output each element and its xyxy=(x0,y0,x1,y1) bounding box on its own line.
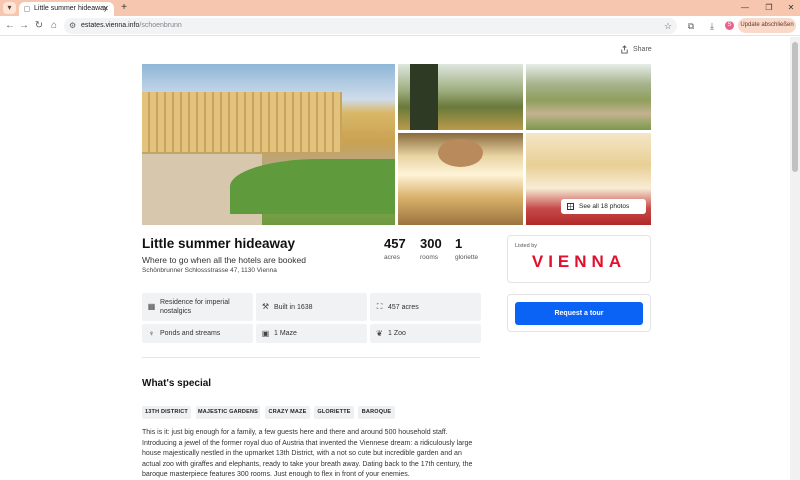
stat-label: rooms xyxy=(420,254,439,261)
lawn-shape xyxy=(230,159,395,214)
request-tour-button[interactable]: Request a tour xyxy=(515,302,643,325)
tag-chip[interactable]: CRAZY MAZE xyxy=(265,406,310,419)
tag-chip[interactable]: BAROQUE xyxy=(358,406,395,419)
listing-address: Schönbrunner Schlossstrasse 47, 1130 Vie… xyxy=(142,267,277,274)
feature-text: Ponds and streams xyxy=(160,330,221,337)
gallery-photo-salon[interactable]: See all 18 photos xyxy=(526,133,651,225)
share-icon xyxy=(621,44,628,54)
browser-toolbar: ← → ↻ ⌂ ⚙ estates.vienna.info/schoenbrun… xyxy=(0,16,800,36)
tag-chip[interactable]: MAJESTIC GARDENS xyxy=(196,406,260,419)
tour-card: Request a tour xyxy=(507,294,651,332)
tag-chip[interactable]: 13TH DISTRICT xyxy=(142,406,191,419)
see-all-photos-button[interactable]: See all 18 photos xyxy=(561,199,646,214)
building-icon: ▦ xyxy=(147,302,156,311)
url-path: /schoenbrunn xyxy=(139,22,182,29)
maze-icon: ▣ xyxy=(261,329,270,338)
listing-title: Little summer hideaway xyxy=(142,236,296,251)
stat-value: 457 xyxy=(384,236,406,251)
tree-shape xyxy=(410,64,438,130)
gallery-photo-hall[interactable] xyxy=(398,133,523,225)
home-button[interactable]: ⌂ xyxy=(47,19,61,33)
feature-text: 1 Zoo xyxy=(388,330,406,337)
tab-search-icon[interactable]: ▾ xyxy=(3,2,16,14)
stat-value: 300 xyxy=(420,236,442,251)
gallery-photo-garden[interactable] xyxy=(398,64,523,130)
reload-button[interactable]: ↻ xyxy=(32,19,46,33)
page-scrollbar[interactable] xyxy=(790,37,800,480)
feature-text: Residence for imperial nostalgics xyxy=(160,299,230,315)
stat-label: acres xyxy=(384,254,400,261)
profile-avatar[interactable]: S xyxy=(725,21,734,30)
fountain-icon: ♆ xyxy=(148,329,155,338)
vienna-logo[interactable]: VIENNA xyxy=(508,252,650,272)
share-button[interactable]: Share xyxy=(620,44,652,56)
animal-icon: ❦ xyxy=(376,329,383,338)
listing-subtitle: Where to go when all the hotels are book… xyxy=(142,255,306,265)
address-bar[interactable]: ⚙ estates.vienna.info/schoenbrunn ☆ xyxy=(64,18,677,34)
feature-tile: ♆ Ponds and streams xyxy=(142,324,253,343)
gallery-photo-park[interactable] xyxy=(526,64,651,130)
feature-tile: ▦ Residence for imperial nostalgics xyxy=(142,293,253,321)
palace-shape xyxy=(142,92,342,152)
close-window-button[interactable]: ✕ xyxy=(783,0,799,16)
site-info-icon[interactable]: ⚙ xyxy=(69,20,76,32)
see-all-label: See all 18 photos xyxy=(579,203,630,210)
stat-label: gloriette xyxy=(455,254,479,261)
feature-text: Built in 1638 xyxy=(274,304,313,311)
stat-value: 1 xyxy=(455,236,463,251)
update-button[interactable]: Update abschließen xyxy=(738,18,796,33)
ceiling-fresco-shape xyxy=(438,139,483,167)
scrollbar-thumb[interactable] xyxy=(792,42,798,172)
listed-by-label: Listed by xyxy=(515,243,538,249)
extensions-icon[interactable]: ⧉ xyxy=(684,19,698,33)
forward-button[interactable]: → xyxy=(17,19,31,33)
feature-tile: ⛶ 457 acres xyxy=(370,293,481,321)
stat-rooms: 300 rooms xyxy=(420,236,442,263)
feature-text: 1 Maze xyxy=(274,330,297,337)
gallery-main-photo[interactable] xyxy=(142,64,395,225)
grid-icon xyxy=(567,202,574,210)
section-divider xyxy=(142,357,480,358)
back-button[interactable]: ← xyxy=(3,19,17,33)
share-label: Share xyxy=(633,46,652,53)
tab-title: Little summer hideaway xyxy=(34,5,108,12)
tab-strip: ▾ Little summer hideaway ✕ + — ❐ ✕ xyxy=(0,0,800,16)
feature-text: 457 acres xyxy=(388,304,419,311)
close-tab-icon[interactable]: ✕ xyxy=(102,3,109,14)
section-heading: What's special xyxy=(142,378,212,389)
feature-tile: ❦ 1 Zoo xyxy=(370,324,481,343)
new-tab-button[interactable]: + xyxy=(118,1,130,14)
stat-gloriette: 1 gloriette xyxy=(455,236,478,263)
favicon-icon xyxy=(24,6,30,12)
feature-tile: ▣ 1 Maze xyxy=(256,324,367,343)
listed-by-card: Listed by VIENNA xyxy=(507,235,651,283)
bookmark-star-icon[interactable]: ☆ xyxy=(664,19,672,33)
download-icon[interactable]: ⤓ xyxy=(705,19,719,33)
stat-acres: 457 acres xyxy=(384,236,406,263)
hammer-icon: ⚒ xyxy=(261,302,270,311)
tag-chip[interactable]: GLORIETTE xyxy=(314,406,354,419)
description-text: This is it: just big enough for a family… xyxy=(142,429,473,478)
url-text: estates.vienna.info/schoenbrunn xyxy=(81,21,182,31)
restore-button[interactable]: ❐ xyxy=(761,0,777,16)
minimize-button[interactable]: — xyxy=(737,0,753,16)
tab-active[interactable]: Little summer hideaway ✕ xyxy=(19,2,114,16)
area-icon: ⛶ xyxy=(376,302,383,311)
feature-tile: ⚒ Built in 1638 xyxy=(256,293,367,321)
page-content: Share See all 18 photos Little summer hi… xyxy=(0,37,790,480)
url-host: estates.vienna.info xyxy=(81,22,140,29)
